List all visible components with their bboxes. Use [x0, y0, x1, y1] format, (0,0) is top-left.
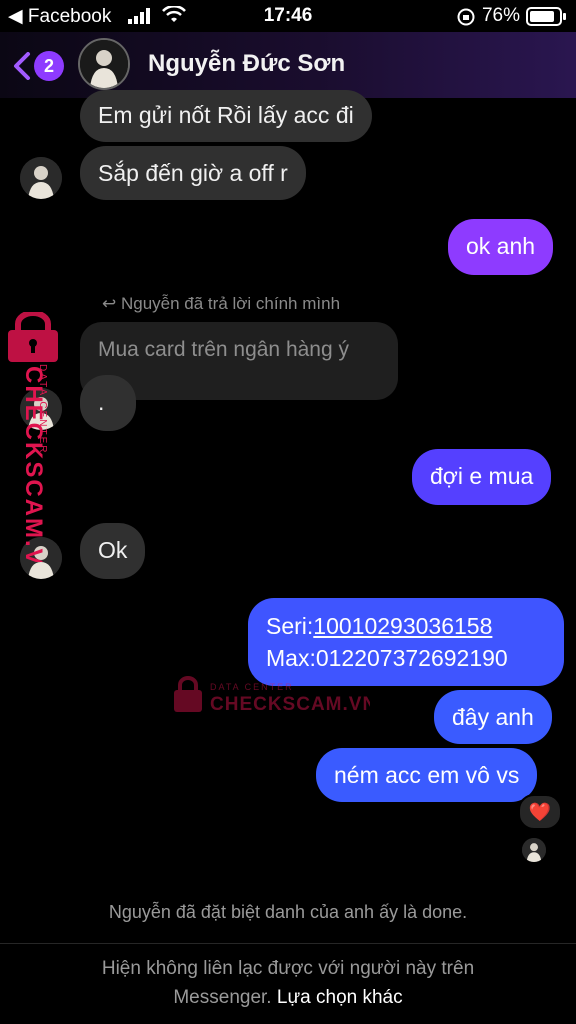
unavailable-notice-line2: Messenger. Lựa chọn khác: [0, 987, 576, 1009]
divider: [0, 943, 576, 944]
incoming-message[interactable]: Sắp đến giờ a off r: [80, 146, 306, 200]
conversation-header: 2 Nguyễn Đức Sơn: [0, 32, 576, 98]
outgoing-message[interactable]: ném acc em vô vs: [316, 748, 538, 802]
system-note: Nguyễn đã đặt biệt danh của anh ấy là do…: [108, 902, 468, 922]
battery-percent: 76%: [481, 5, 520, 26]
reply-note-text: Nguyễn đã trả lời chính mình: [120, 294, 341, 313]
watermark-center-sub: DATA CENTER: [210, 682, 294, 692]
watermark-center-brand: CHECKSCAM.VN: [210, 694, 370, 715]
quoted-text: Mua card trên ngân hàng ý: [98, 338, 349, 361]
orientation-lock-icon: [456, 7, 476, 33]
status-bar: ◀ Facebook 17:46 76%: [0, 0, 576, 32]
watermark-vertical-text: CHECKSCAM.VN DATA CENTER: [2, 362, 62, 586]
outgoing-message[interactable]: đợi e mua: [412, 449, 552, 505]
outgoing-message-card-code[interactable]: Seri:10010293036158 Max:012207372692190: [248, 598, 564, 686]
unread-badge: 2: [34, 51, 64, 81]
other-options-link[interactable]: Lựa chọn khác: [277, 987, 403, 1008]
max-line: Max:012207372692190: [266, 645, 508, 671]
heart-icon: ❤️: [528, 802, 552, 822]
reply-indicator: ↩ Nguyễn đã trả lời chính mình: [102, 294, 340, 314]
contact-avatar[interactable]: [78, 38, 130, 90]
seen-avatar: [522, 838, 546, 862]
sender-avatar: [20, 157, 62, 199]
outgoing-message[interactable]: ok anh: [448, 219, 554, 275]
unavailable-notice: Hiện không liên lạc được với người này t…: [101, 958, 475, 979]
serial-line: Seri:10010293036158: [266, 610, 546, 642]
watermark-left: [4, 310, 62, 369]
contact-name[interactable]: Nguyễn Đức Sơn: [148, 50, 345, 78]
outgoing-message[interactable]: đây anh: [434, 690, 552, 744]
chevron-left-icon: [12, 52, 32, 85]
watermark-sub: DATA CENTER: [37, 364, 48, 455]
watermark-center: DATA CENTER CHECKSCAM.VN: [170, 674, 376, 721]
incoming-message[interactable]: Ok: [80, 523, 146, 579]
serial-label: Seri:: [266, 613, 314, 639]
serial-number-link[interactable]: 10010293036158: [313, 613, 492, 639]
heart-reaction[interactable]: ❤️: [518, 794, 562, 830]
incoming-message[interactable]: .: [80, 375, 136, 431]
lock-icon: [8, 310, 58, 362]
unavailable-notice-end: Messenger.: [173, 987, 272, 1008]
reply-arrow-icon: ↩: [102, 294, 117, 313]
back-button[interactable]: 2: [10, 48, 70, 82]
incoming-message[interactable]: Em gửi nốt Rồi lấy acc đi: [80, 90, 372, 142]
battery-icon: [526, 7, 568, 33]
